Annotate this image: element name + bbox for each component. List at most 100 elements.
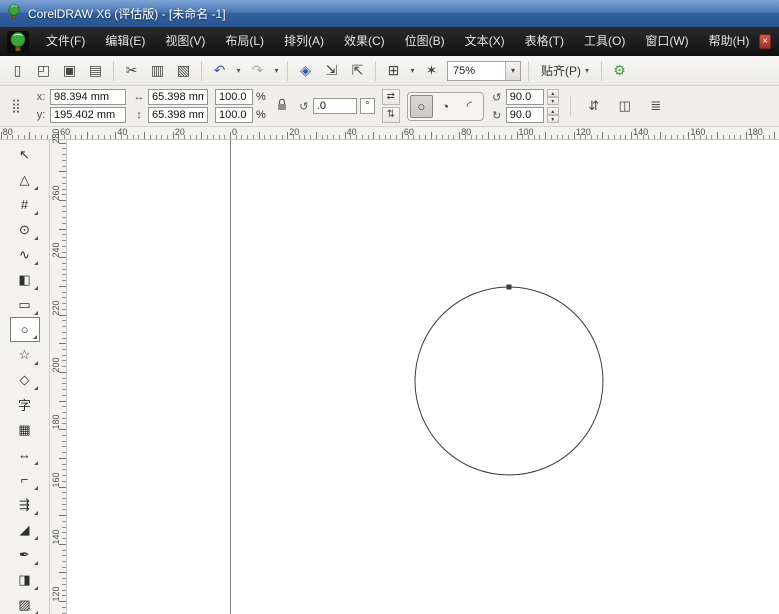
object-width-input[interactable] [148, 89, 208, 105]
table-tool[interactable]: ▦ [10, 417, 40, 442]
interactive-fill-tool[interactable]: ▨ [10, 592, 40, 614]
spin-down-icon[interactable]: ▾ [547, 97, 559, 105]
fill-tool[interactable]: ◨ [10, 567, 40, 592]
redo-dropdown[interactable]: ▾ [271, 59, 282, 83]
pick-tool[interactable]: ↖ [10, 142, 40, 167]
polygon-tool[interactable]: ☆ [10, 342, 40, 367]
application-launcher-button[interactable]: ⊞ [381, 59, 406, 83]
undo-dropdown[interactable]: ▾ [233, 59, 244, 83]
freehand-tool[interactable]: ∿ [10, 242, 40, 267]
options-button[interactable]: ⚙ [607, 59, 632, 83]
eyedropper-tool[interactable]: ◢ [10, 517, 40, 542]
menu-item-bitmaps[interactable]: 位图(B) [395, 27, 455, 56]
basic-shapes-tool[interactable]: ◇ [10, 367, 40, 392]
arc-angles-group: ↺ ▴ ▾ ↻ ▴ ▾ [491, 89, 559, 123]
canvas[interactable] [67, 140, 779, 614]
ellipse-mode-button[interactable]: ○ [410, 95, 433, 118]
end-angle-input[interactable] [506, 107, 544, 123]
application-launcher-dropdown[interactable]: ▾ [407, 59, 418, 83]
start-angle-input[interactable] [506, 89, 544, 105]
ruler-tick [62, 355, 66, 356]
ruler-tick [62, 211, 66, 212]
menu-item-layout[interactable]: 布局(L) [215, 27, 274, 56]
ruler-tick [488, 132, 489, 139]
close-document-button[interactable]: × [759, 34, 771, 49]
horizontal-ruler[interactable]: 80604020020406080100120140160180 [0, 127, 779, 140]
application-launcher-icon: ⊞ [388, 62, 400, 79]
spin-up-icon[interactable]: ▴ [547, 89, 559, 97]
menu-item-effects[interactable]: 效果(C) [334, 27, 395, 56]
scale-x-input[interactable] [215, 89, 253, 105]
wrap-text-button[interactable]: ◫ [613, 94, 637, 118]
pie-mode-button[interactable]: ◔ [434, 95, 457, 118]
ruler-tick [602, 132, 603, 139]
ruler-tick [62, 607, 66, 608]
blend-tool[interactable]: ⇶ [10, 492, 40, 517]
change-direction-button[interactable]: ⇵ [582, 94, 606, 118]
chevron-down-icon[interactable]: ▾ [505, 62, 520, 80]
scale-y-input[interactable] [215, 107, 253, 123]
undo-button[interactable]: ↶ [207, 59, 232, 83]
snap-to-dropdown[interactable]: 贴齐(P) ▾ [534, 60, 596, 82]
smart-fill-tool[interactable]: ◧ [10, 267, 40, 292]
y-position-input[interactable] [50, 107, 126, 123]
text-tool[interactable]: 字 [10, 392, 40, 417]
mirror-vertical-button[interactable]: ⇅ [382, 107, 400, 123]
mirror-horizontal-button[interactable]: ⇄ [382, 89, 400, 105]
import-button[interactable]: ⇲ [319, 59, 344, 83]
object-height-input[interactable] [148, 107, 208, 123]
ruler-tick [362, 135, 363, 139]
zoom-level-combo[interactable]: 75% ▾ [447, 61, 521, 81]
ruler-tick [62, 567, 66, 568]
outline-width-button[interactable]: ≣ [644, 94, 668, 118]
x-position-input[interactable] [50, 89, 126, 105]
copy-button[interactable]: ▥ [145, 59, 170, 83]
menu-item-view[interactable]: 视图(V) [155, 27, 215, 56]
ellipse-shape[interactable] [415, 287, 603, 475]
ruler-tick [620, 135, 621, 139]
ruler-tick [751, 135, 752, 139]
ruler-tick [385, 135, 386, 139]
save-button[interactable]: ▣ [57, 59, 82, 83]
shape-node[interactable] [507, 285, 512, 290]
open-button[interactable]: ◰ [31, 59, 56, 83]
menu-item-text[interactable]: 文本(X) [455, 27, 515, 56]
dimension-tool[interactable]: ↔ [10, 442, 40, 467]
outline-pen-tool[interactable]: ✒ [10, 542, 40, 567]
redo-button[interactable]: ↷ [245, 59, 270, 83]
print-button[interactable]: ▤ [83, 59, 108, 83]
menu-item-tools[interactable]: 工具(O) [574, 27, 635, 56]
menu-item-window[interactable]: 窗口(W) [635, 27, 698, 56]
object-origin-button[interactable]: ⣿ [4, 93, 28, 119]
vertical-ruler[interactable]: 120140160180200220240260280 [50, 140, 67, 614]
ellipse-tool[interactable]: ○ [10, 317, 40, 342]
welcome-screen-button[interactable]: ✶ [419, 59, 444, 83]
arc-mode-button[interactable]: ◜ [458, 95, 481, 118]
menu-item-file[interactable]: 文件(F) [36, 27, 95, 56]
menu-item-table[interactable]: 表格(T) [515, 27, 574, 56]
spin-down-icon[interactable]: ▾ [547, 115, 559, 123]
crop-tool[interactable]: # [10, 192, 40, 217]
height-icon: ↕ [133, 109, 145, 121]
new-document-button[interactable]: ▯ [5, 59, 30, 83]
start-angle-spinner[interactable]: ▴ ▾ [547, 89, 559, 105]
connector-tool[interactable]: ⌐ [10, 467, 40, 492]
rectangle-tool[interactable]: ▭ [10, 292, 40, 317]
spin-up-icon[interactable]: ▴ [547, 107, 559, 115]
ruler-tick [293, 135, 294, 139]
rotation-angle-input[interactable] [313, 98, 357, 114]
end-angle-spinner[interactable]: ▴ ▾ [547, 107, 559, 123]
cut-button[interactable]: ✂ [119, 59, 144, 83]
ruler-label: 120 [576, 127, 591, 137]
export-button[interactable]: ⇱ [345, 59, 370, 83]
search-content-button[interactable]: ◈ [293, 59, 318, 83]
menu-item-edit[interactable]: 编辑(E) [95, 27, 155, 56]
menu-item-arrange[interactable]: 排列(A) [274, 27, 334, 56]
ruler-tick [138, 135, 139, 139]
menu-item-help[interactable]: 帮助(H) [699, 27, 760, 56]
paste-button[interactable]: ▧ [171, 59, 196, 83]
zoom-tool[interactable]: ⊙ [10, 217, 40, 242]
lock-ratio-button[interactable] [273, 89, 291, 123]
shape-tool[interactable]: △ [10, 167, 40, 192]
rotate-icon: ↺ [298, 100, 310, 113]
